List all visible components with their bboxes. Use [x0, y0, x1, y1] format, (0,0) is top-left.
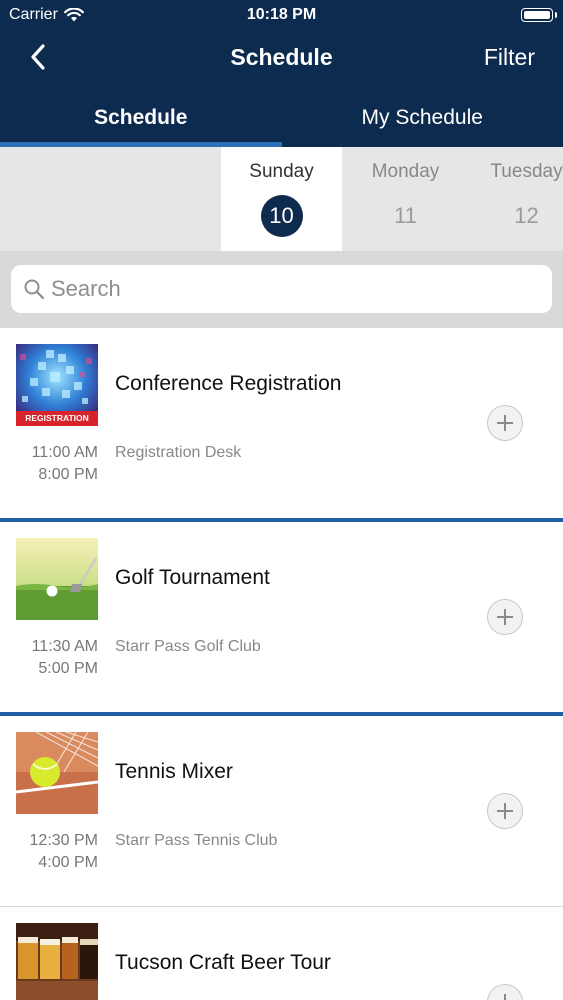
event-title: Tennis Mixer — [115, 760, 233, 783]
event-time: 11:00 AM 8:00 PM — [16, 442, 98, 486]
day-sunday[interactable]: Sunday 10 — [221, 147, 342, 251]
day-picker: Sunday 10 Monday 11 Tuesday 12 — [0, 147, 563, 251]
golf-image — [16, 538, 98, 620]
day-number: 10 — [260, 195, 303, 237]
event-title: Conference Registration — [115, 372, 342, 395]
event-start-time: 11:30 AM — [31, 638, 98, 655]
add-to-schedule-button[interactable] — [487, 405, 523, 441]
event-start-time: 11:00 AM — [31, 444, 98, 461]
event-location: Registration Desk — [115, 444, 242, 461]
search-icon — [24, 279, 45, 300]
day-name: Sunday — [249, 161, 314, 182]
page-title: Schedule — [230, 44, 333, 70]
search-box[interactable] — [11, 265, 552, 313]
event-thumbnail: REGISTRATION — [16, 344, 98, 426]
tennis-image — [16, 732, 98, 814]
battery-icon — [521, 8, 557, 22]
tab-my-schedule[interactable]: My Schedule — [282, 98, 563, 147]
day-number: 12 — [514, 203, 539, 228]
event-thumbnail — [16, 538, 98, 620]
event-thumbnail — [16, 732, 98, 814]
event-time: 12:30 PM 4:00 PM — [16, 830, 98, 874]
event-title: Golf Tournament — [115, 566, 270, 589]
event-thumbnail — [16, 923, 98, 1000]
status-time: 10:18 PM — [246, 6, 317, 23]
event-location: Starr Pass Tennis Club — [115, 832, 278, 849]
event-golf-tournament[interactable]: Golf Tournament 11:30 AM 5:00 PM Starr P… — [0, 522, 563, 712]
event-location: Starr Pass Golf Club — [115, 638, 261, 655]
add-to-schedule-button[interactable] — [487, 599, 523, 635]
nav-bar: Schedule Filter — [0, 30, 563, 84]
search-input[interactable] — [51, 265, 541, 313]
event-tucson-craft-beer-tour[interactable]: Tucson Craft Beer Tour — [0, 907, 563, 1000]
event-title: Tucson Craft Beer Tour — [115, 951, 331, 974]
filter-button[interactable]: Filter — [484, 44, 535, 71]
event-tennis-mixer[interactable]: Tennis Mixer 12:30 PM 4:00 PM Starr Pass… — [0, 716, 563, 906]
event-conference-registration[interactable]: REGISTRATION Conference Registration 11:… — [0, 328, 563, 518]
day-name: Tuesday — [490, 161, 563, 182]
add-to-schedule-button[interactable] — [487, 984, 523, 1000]
search-bar — [0, 251, 563, 328]
tab-bar: Schedule My Schedule — [0, 98, 563, 147]
day-tuesday[interactable]: Tuesday 12 — [466, 147, 563, 251]
status-bar: Carrier 10:18 PM — [0, 0, 563, 30]
day-monday[interactable]: Monday 11 — [345, 147, 466, 251]
day-number: 11 — [394, 203, 417, 228]
header: Carrier 10:18 PM Schedule Filter Schedul… — [0, 0, 563, 147]
event-time: 11:30 AM 5:00 PM — [16, 636, 98, 680]
event-start-time: 12:30 PM — [29, 832, 98, 849]
thumbnail-caption: REGISTRATION — [25, 413, 89, 423]
beer-image — [16, 923, 98, 1000]
event-end-time: 4:00 PM — [38, 854, 98, 871]
event-end-time: 8:00 PM — [38, 466, 98, 483]
day-name: Monday — [371, 161, 440, 182]
add-to-schedule-button[interactable] — [487, 793, 523, 829]
event-end-time: 5:00 PM — [38, 660, 98, 677]
tab-schedule[interactable]: Schedule — [0, 98, 282, 147]
